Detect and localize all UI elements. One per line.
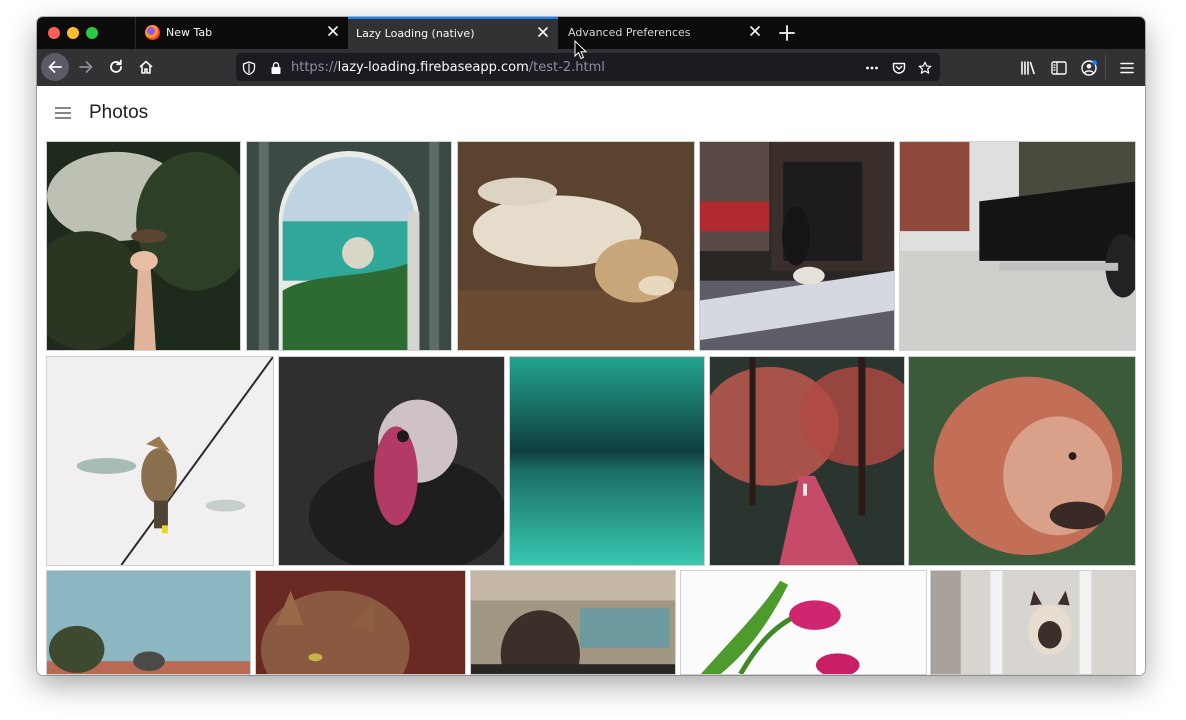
photo-tile[interactable] bbox=[46, 141, 241, 351]
page-title: Photos bbox=[89, 102, 149, 123]
tab-strip: New Tab Lazy Loading (native) Advanced P… bbox=[37, 17, 1145, 49]
photo-tile[interactable] bbox=[908, 356, 1136, 566]
menu-icon[interactable] bbox=[53, 103, 73, 123]
firefox-icon bbox=[145, 25, 160, 40]
tab-lazy-loading[interactable]: Lazy Loading (native) bbox=[348, 17, 558, 49]
tab-label: Advanced Preferences bbox=[568, 26, 691, 39]
url-scheme: https:// bbox=[291, 60, 338, 75]
tab-new-tab[interactable]: New Tab bbox=[135, 17, 347, 49]
address-bar[interactable]: https://lazy-loading.firebaseapp.com/tes… bbox=[236, 53, 940, 81]
home-button[interactable] bbox=[132, 53, 160, 81]
close-icon[interactable] bbox=[326, 24, 340, 38]
url-text[interactable]: https://lazy-loading.firebaseapp.com/tes… bbox=[291, 60, 605, 75]
account-icon[interactable] bbox=[1080, 59, 1098, 77]
zoom-window-button[interactable] bbox=[86, 27, 98, 39]
photo-tile[interactable] bbox=[46, 570, 251, 675]
new-tab-plus-icon[interactable] bbox=[778, 24, 796, 42]
forward-button[interactable] bbox=[72, 53, 100, 81]
page-content: Photos bbox=[37, 86, 1145, 675]
browser-window: New Tab Lazy Loading (native) Advanced P… bbox=[37, 17, 1145, 675]
toolbar-divider bbox=[1105, 54, 1106, 80]
photo-tile[interactable] bbox=[46, 356, 274, 566]
photo-tile[interactable] bbox=[899, 141, 1136, 351]
tab-advanced-preferences[interactable]: Advanced Preferences bbox=[559, 17, 771, 49]
photo-tile[interactable] bbox=[246, 141, 452, 351]
app-bar: Photos bbox=[37, 86, 1145, 140]
back-button[interactable] bbox=[41, 53, 69, 81]
page-actions-more-icon[interactable] bbox=[865, 60, 879, 74]
close-icon[interactable] bbox=[748, 24, 762, 38]
photo-tile[interactable] bbox=[699, 141, 895, 351]
tab-label: Lazy Loading (native) bbox=[356, 27, 475, 40]
bookmark-star-icon[interactable] bbox=[918, 60, 932, 74]
navigation-toolbar: https://lazy-loading.firebaseapp.com/tes… bbox=[37, 49, 1145, 86]
menu-hamburger-icon[interactable] bbox=[1118, 59, 1136, 77]
library-icon[interactable] bbox=[1019, 59, 1037, 77]
pocket-icon[interactable] bbox=[892, 60, 906, 74]
reload-button[interactable] bbox=[102, 53, 130, 81]
close-icon[interactable] bbox=[536, 25, 550, 39]
photo-tile[interactable] bbox=[709, 356, 905, 566]
shield-icon[interactable] bbox=[242, 60, 256, 76]
close-window-button[interactable] bbox=[48, 27, 60, 39]
url-path: /test-2.html bbox=[528, 60, 605, 75]
photo-tile[interactable] bbox=[509, 356, 705, 566]
minimize-window-button[interactable] bbox=[67, 27, 79, 39]
photo-tile[interactable] bbox=[470, 570, 676, 675]
photo-tile[interactable] bbox=[680, 570, 927, 675]
photo-tile[interactable] bbox=[255, 570, 466, 675]
lock-icon[interactable] bbox=[269, 60, 283, 74]
tab-label: New Tab bbox=[166, 26, 213, 39]
photo-tile[interactable] bbox=[930, 570, 1136, 675]
sidebar-icon[interactable] bbox=[1050, 59, 1068, 77]
mouse-cursor-icon bbox=[574, 39, 588, 60]
url-host: lazy-loading.firebaseapp.com bbox=[337, 60, 529, 75]
photo-tile[interactable] bbox=[457, 141, 695, 351]
photo-tile[interactable] bbox=[278, 356, 505, 566]
